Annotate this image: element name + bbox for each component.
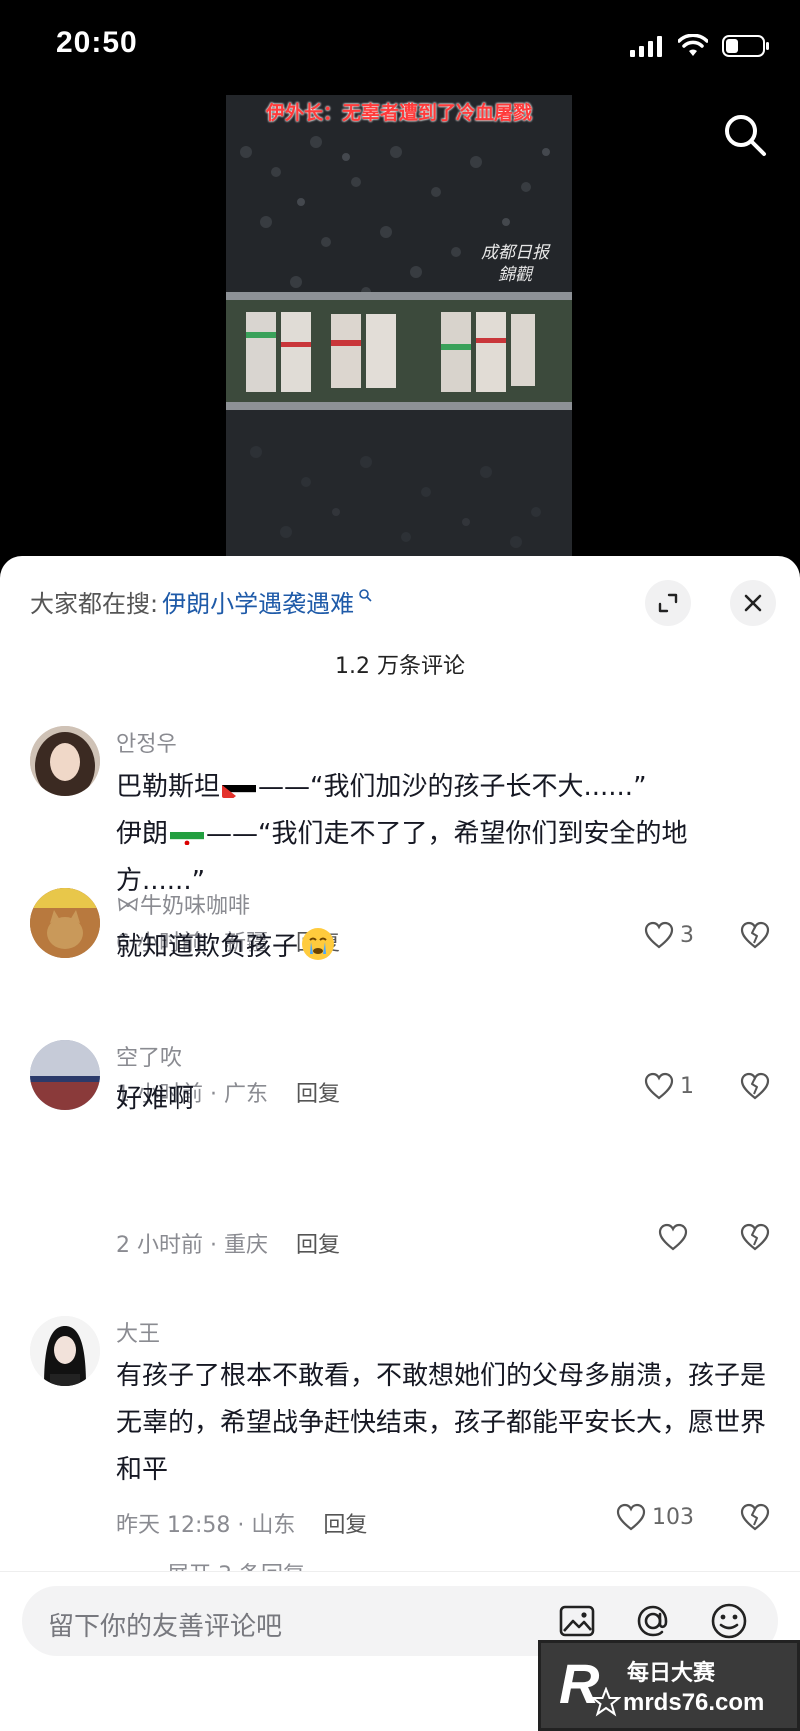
close-icon: [744, 594, 762, 612]
watermark-line2: mrds76.com: [623, 1689, 765, 1716]
heart-icon: [658, 1223, 688, 1251]
comment-time-location: 2 小时前 · 重庆: [116, 1233, 268, 1258]
comment-text: 有孩子了根本不敢看，不敢想她们的父母多崩溃，孩子是无辜的，希望战争赶快结束，孩子…: [116, 1361, 767, 1485]
signal-icon: [630, 36, 662, 57]
comment-username[interactable]: 牛奶味咖啡: [116, 888, 250, 920]
broken-heart-icon: [740, 1503, 770, 1531]
search-icon[interactable]: [720, 110, 770, 160]
star-icon: [591, 1687, 621, 1717]
image-icon[interactable]: [556, 1600, 598, 1642]
avatar[interactable]: [30, 888, 100, 958]
dislike-button[interactable]: [740, 1503, 770, 1535]
comment-line-country: 巴勒斯坦: [116, 772, 221, 802]
palestine-flag-icon: [222, 776, 257, 798]
broken-heart-icon: [740, 1223, 770, 1251]
comment-text: 巴勒斯坦 ——“我们加沙的孩子长不大......” 伊朗 ——“我们走不了了，希望你…: [116, 764, 776, 905]
reply-button[interactable]: 回复: [323, 1513, 367, 1538]
battery-icon: [722, 35, 769, 57]
comment-sheet: 大家都在搜: 伊朗小学遇袭遇难 1.2 万条评论 안정우 巴勒斯坦——“我们加: [0, 556, 800, 1731]
status-time: 20:50: [56, 26, 138, 59]
comment-line-quote: ——“我们加沙的孩子长不大......”: [258, 772, 647, 802]
crying-face-icon: [302, 928, 335, 960]
comment-count: 1.2 万条评论: [335, 654, 465, 679]
emoji-icon[interactable]: [708, 1600, 750, 1642]
comment-input-placeholder: 留下你的友善评论吧: [48, 1612, 283, 1642]
comment-text-content: 就知道欺负孩子: [116, 932, 299, 962]
comment-username[interactable]: 大王: [116, 1316, 160, 1348]
video-frame[interactable]: 伊外长：无辜者遭到了冷血屠戮 成都日报 錦觀: [226, 92, 572, 556]
hot-search[interactable]: 大家都在搜: 伊朗小学遇袭遇难: [30, 584, 372, 619]
watermark-line1: 每日大赛: [627, 1661, 716, 1686]
expand-button[interactable]: [645, 580, 691, 626]
close-button[interactable]: [730, 580, 776, 626]
comment-line-country: 伊朗: [116, 819, 169, 849]
site-watermark-badge: R 每日大赛 mrds76.com: [538, 1640, 800, 1731]
comment-text: 就知道欺负孩子: [116, 924, 776, 971]
comment-time-location: 昨天 12:58 · 山东: [116, 1513, 296, 1538]
comment-username[interactable]: 空了吹: [116, 1040, 182, 1072]
dislike-button[interactable]: [740, 1223, 770, 1255]
video-title-overlay: 伊外长：无辜者遭到了冷血屠戮: [265, 102, 532, 124]
expand-icon: [658, 593, 678, 613]
wifi-icon: [678, 34, 708, 56]
avatar[interactable]: [30, 1316, 100, 1386]
reply-button[interactable]: 回复: [296, 1233, 340, 1258]
comment-meta: 2 小时前 · 重庆 回复: [116, 1227, 340, 1259]
avatar[interactable]: [30, 726, 100, 796]
status-bar: 20:50: [0, 0, 800, 95]
like-button[interactable]: [658, 1223, 694, 1251]
comment-meta: 昨天 12:58 · 山东 回复: [116, 1507, 367, 1539]
hot-search-prefix: 大家都在搜:: [30, 590, 159, 618]
hot-search-term[interactable]: 伊朗小学遇袭遇难: [162, 584, 354, 619]
status-icons: [630, 34, 770, 58]
video-crowd-image: [226, 92, 572, 556]
video-watermark: 成都日报 錦觀: [481, 243, 549, 285]
heart-icon: [616, 1503, 646, 1531]
iran-flag-icon: [170, 823, 205, 845]
comment-username[interactable]: 안정우: [116, 726, 177, 758]
comment-text: 好难啊: [116, 1084, 195, 1114]
mention-icon[interactable]: [632, 1600, 674, 1642]
small-search-icon: [358, 587, 372, 606]
avatar[interactable]: [30, 1040, 100, 1110]
comment-username-text: 牛奶味咖啡: [140, 894, 251, 919]
like-button[interactable]: 103: [616, 1503, 694, 1531]
like-count: 103: [652, 1504, 694, 1530]
bow-icon: [118, 897, 138, 912]
